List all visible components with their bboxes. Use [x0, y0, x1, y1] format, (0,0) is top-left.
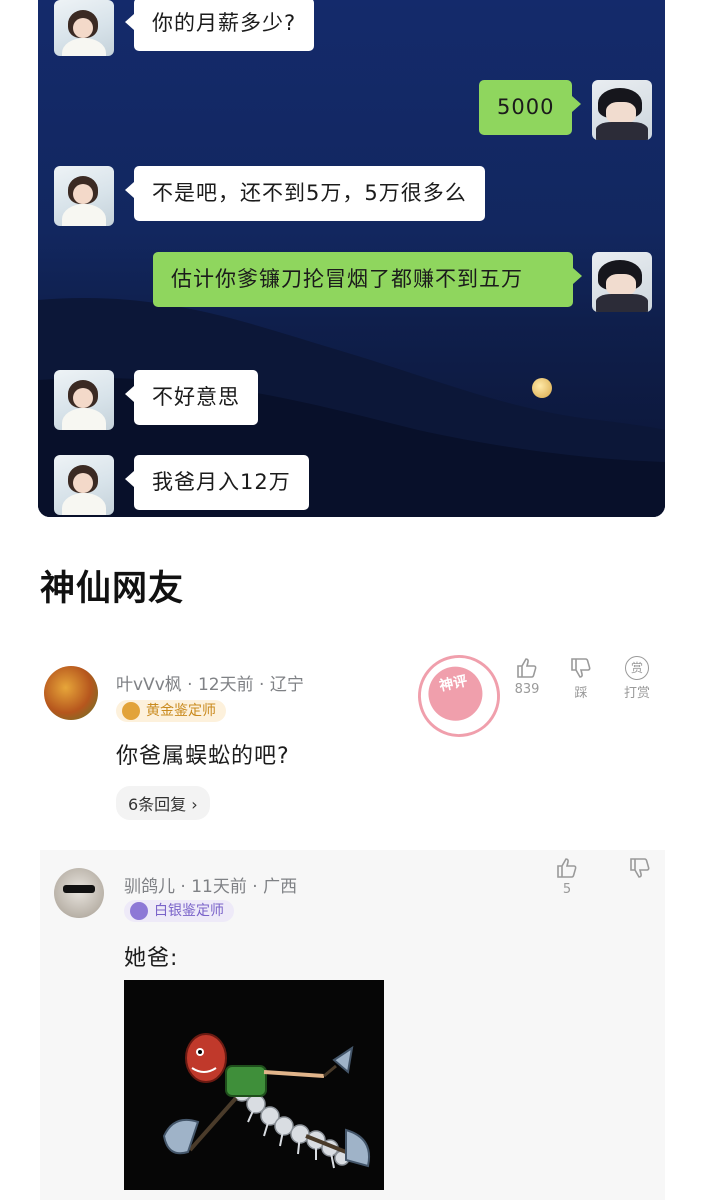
chat-message-left: 不好意思	[125, 370, 258, 425]
dislike-button[interactable]	[620, 856, 660, 882]
sender-avatar	[54, 166, 114, 226]
centipede-cartoon-image	[162, 1033, 370, 1169]
chevron-right-icon: ›	[191, 795, 198, 814]
medal-icon	[130, 902, 148, 920]
comment-text: 你爸属蜈蚣的吧?	[116, 744, 290, 769]
reward-button[interactable]: 赏 打赏	[617, 656, 657, 701]
chat-message-left: 你的月薪多少?	[124, 0, 315, 51]
comment-time: 11天前	[191, 877, 247, 897]
reward-icon: 赏	[625, 656, 649, 680]
comment-location: 广西	[263, 877, 298, 897]
comment-username[interactable]: 驯鸽儿	[124, 877, 175, 897]
comment-meta: 驯鸽儿 · 11天前 · 广西	[124, 877, 298, 897]
chat-message-left: 我爸月入12万	[125, 455, 309, 510]
receiver-avatar	[592, 252, 652, 312]
like-button[interactable]: 5	[547, 856, 587, 897]
thumbs-up-icon	[517, 658, 537, 678]
chat-screenshot: 你的月薪多少? 5000 不是吧，还不到5万，5万很多么 估计你爹镰刀抡冒烟了都…	[38, 0, 665, 517]
dislike-button[interactable]: 踩	[561, 656, 601, 701]
hot-comment-stamp: 神评	[410, 647, 508, 745]
like-button[interactable]: 839	[507, 656, 547, 697]
comment-meta: 叶vVv枫 · 12天前 · 辽宁	[116, 675, 304, 695]
badge-label: 黄金鉴定师	[146, 703, 216, 719]
replies-label: 6条回复	[128, 795, 187, 814]
thumbs-down-icon	[571, 658, 591, 678]
commenter-avatar[interactable]	[44, 666, 98, 720]
chat-message-right: 估计你爹镰刀抡冒烟了都赚不到五万	[153, 252, 582, 307]
dislike-label: 踩	[574, 686, 588, 701]
comment-text: 她爸:	[124, 946, 179, 971]
reward-label: 打赏	[623, 686, 650, 701]
receiver-avatar	[592, 80, 652, 140]
thumbs-up-icon	[557, 858, 577, 878]
badge-label: 白银鉴定师	[154, 903, 224, 919]
sender-avatar	[54, 370, 114, 430]
sunglasses-icon	[63, 885, 95, 893]
gold-badge: 黄金鉴定师	[116, 700, 226, 722]
stamp-label: 神评	[423, 661, 488, 726]
chat-message-left: 不是吧，还不到5万，5万很多么	[125, 166, 485, 221]
sender-avatar	[54, 0, 114, 56]
sender-avatar	[54, 455, 114, 515]
comment-time: 12天前	[197, 675, 254, 695]
replies-button[interactable]: 6条回复 ›	[116, 786, 210, 820]
silver-badge: 白银鉴定师	[124, 900, 234, 922]
like-count: 839	[514, 682, 540, 697]
chat-message-right: 5000	[479, 80, 582, 135]
comment-username[interactable]: 叶vVv枫	[116, 675, 182, 695]
moon	[532, 378, 552, 398]
comment-image[interactable]	[124, 980, 384, 1190]
commenter-avatar[interactable]	[54, 868, 104, 918]
section-title: 神仙网友	[40, 569, 185, 609]
comment-location: 辽宁	[269, 675, 304, 695]
medal-icon	[122, 702, 140, 720]
like-count: 5	[562, 882, 572, 897]
thumbs-down-icon	[630, 858, 650, 878]
